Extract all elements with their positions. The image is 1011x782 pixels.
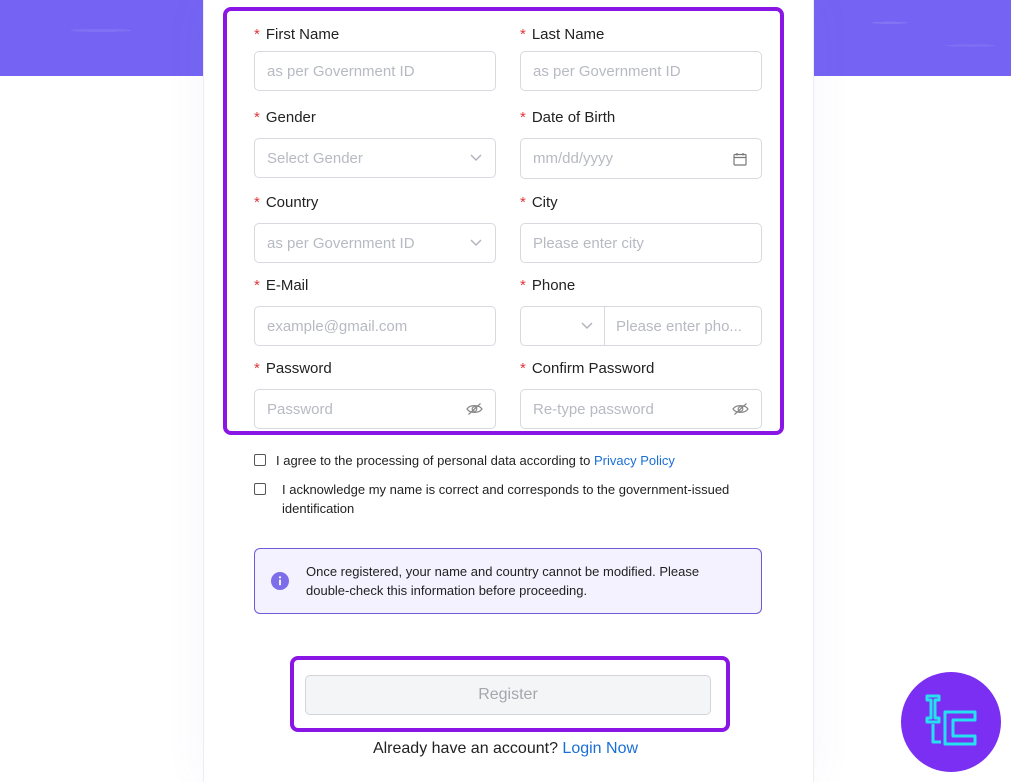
logo-mark-icon [925,694,977,746]
info-icon [271,572,289,590]
brand-logo [901,672,1001,772]
info-notice: Once registered, your name and country c… [254,548,762,614]
login-now-link[interactable]: Login Now [562,740,638,757]
name-ack-checkbox[interactable] [254,483,266,495]
register-button[interactable]: Register [305,675,711,715]
privacy-consent-row: I agree to the processing of personal da… [254,451,675,470]
name-ack-row: I acknowledge my name is correct and cor… [254,480,742,518]
privacy-policy-link[interactable]: Privacy Policy [594,453,675,468]
form-highlight-frame [223,7,784,435]
privacy-consent-checkbox[interactable] [254,454,266,466]
login-prompt: Already have an account? Login Now [372,740,639,757]
